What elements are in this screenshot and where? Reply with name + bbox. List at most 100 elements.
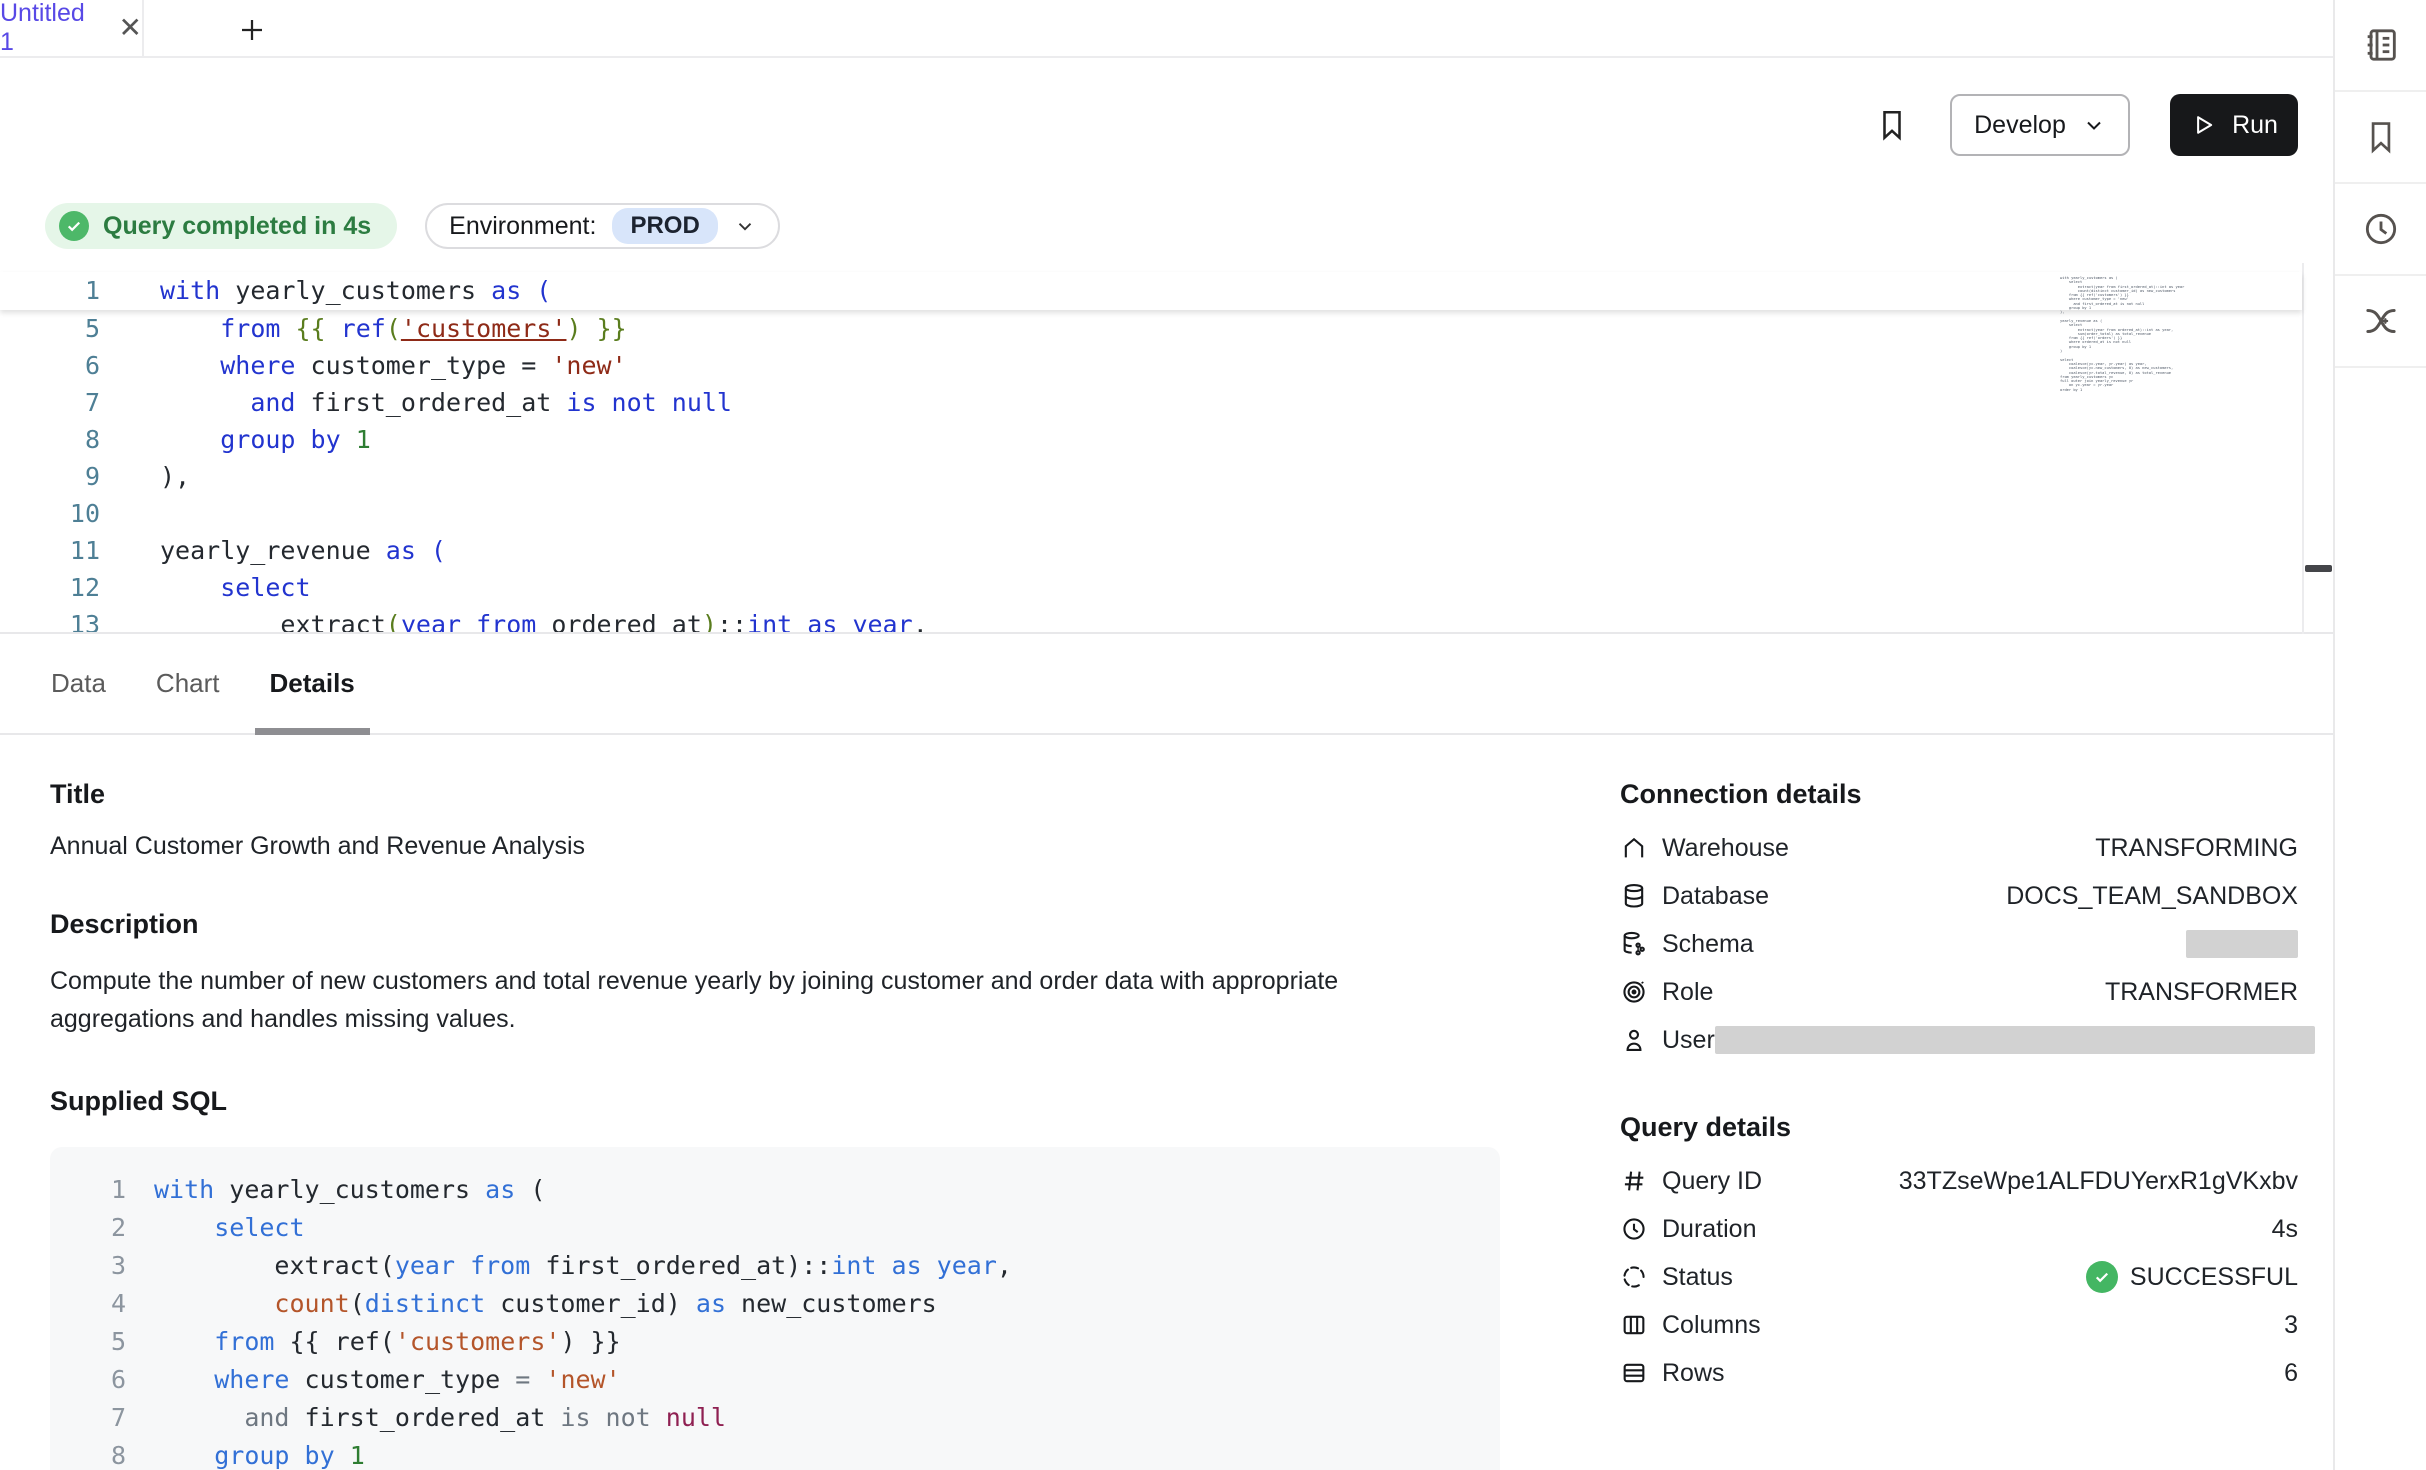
tab-data[interactable]: Data: [36, 634, 121, 733]
code-text: from {{ ref('customers') }}: [160, 310, 627, 347]
plus-icon: [237, 15, 267, 45]
run-button[interactable]: Run: [2170, 94, 2298, 156]
develop-label: Develop: [1974, 111, 2066, 140]
redacted-value: [1715, 1026, 2315, 1054]
history-clock-sidebar-button[interactable]: [2335, 184, 2426, 276]
code-text: with yearly_customers as (: [160, 272, 551, 309]
tab-chart[interactable]: Chart: [141, 634, 235, 733]
line-number: 13: [0, 606, 100, 632]
code-text: where customer_type = 'new': [154, 1361, 621, 1399]
scrollbar-thumb[interactable]: [2305, 565, 2332, 572]
code-text: and first_ordered_at is not null: [154, 1399, 726, 1437]
develop-button[interactable]: Develop: [1950, 94, 2130, 156]
success-check-icon: [2086, 1261, 2118, 1293]
query-status-text: Query completed in 4s: [103, 212, 371, 241]
line-number: 10: [0, 495, 100, 532]
row-value: [2186, 930, 2298, 958]
bookmark-sidebar-button[interactable]: [2335, 92, 2426, 184]
row-label: Schema: [1662, 930, 1754, 959]
code-line: 1with yearly_customers as (: [50, 1171, 1480, 1209]
environment-badge: PROD: [612, 208, 717, 244]
lineage-sidebar-button[interactable]: [2335, 276, 2426, 368]
code-line: 12 select: [0, 569, 2302, 606]
row-value: SUCCESSFUL: [2086, 1261, 2298, 1293]
bookmark-button[interactable]: [1874, 107, 1910, 143]
code-line: 3 extract(year from first_ordered_at)::i…: [50, 1247, 1480, 1285]
user-row: User: [1620, 1016, 2298, 1064]
title-value: Annual Customer Growth and Revenue Analy…: [50, 832, 1500, 861]
row-value: 6: [2284, 1359, 2298, 1388]
line-number: 11: [0, 532, 100, 569]
supplied-sql-block: 1with yearly_customers as (2 select3 ext…: [50, 1147, 1500, 1470]
schema-row: Schema: [1620, 920, 2298, 968]
chevron-down-icon: [2082, 113, 2106, 137]
code-text: from {{ ref('customers') }}: [154, 1323, 621, 1361]
role-icon: [1620, 978, 1648, 1006]
code-line: 2 select: [50, 1209, 1480, 1247]
database-row: DatabaseDOCS_TEAM_SANDBOX: [1620, 872, 2298, 920]
editor-scrollbar[interactable]: [2302, 263, 2331, 634]
row-value: DOCS_TEAM_SANDBOX: [2006, 882, 2298, 911]
notebook-icon: [2361, 25, 2401, 65]
query-status-pill: Query completed in 4s: [45, 203, 397, 249]
row-label: Query ID: [1662, 1167, 1762, 1196]
hash-icon: [1620, 1167, 1648, 1195]
duration-row: Duration 4s: [1620, 1205, 2298, 1253]
code-line: 4 count(distinct customer_id) as new_cus…: [50, 1285, 1480, 1323]
tab-details[interactable]: Details: [255, 634, 370, 733]
line-number: 3: [50, 1247, 126, 1285]
editor-minimap[interactable]: with yearly_customers as ( select extrac…: [2060, 276, 2185, 406]
row-label: Duration: [1662, 1215, 1757, 1244]
status-row: Query completed in 4s Environment: PROD: [45, 203, 780, 249]
code-text: extract(year from ordered_at)::int as ye…: [160, 606, 928, 632]
row-label: Status: [1662, 1263, 1733, 1292]
description-heading: Description: [50, 909, 1500, 940]
file-tab-bar: Untitled 1 ✕: [0, 0, 2333, 58]
code-text: group by 1: [154, 1437, 365, 1470]
code-line: 1 with yearly_customers as (: [0, 272, 2302, 309]
code-text: extract(year from first_ordered_at)::int…: [154, 1247, 1012, 1285]
spinner-icon: [1620, 1263, 1648, 1291]
code-text: select: [154, 1209, 305, 1247]
history-clock-icon: [2361, 209, 2401, 249]
code-text: count(distinct customer_id) as new_custo…: [154, 1285, 937, 1323]
code-line: 9),: [0, 458, 2302, 495]
line-number: 6: [50, 1361, 126, 1399]
environment-label: Environment:: [449, 212, 596, 241]
new-tab-button[interactable]: [234, 12, 270, 48]
check-circle-icon: [59, 211, 89, 241]
close-tab-icon[interactable]: ✕: [119, 14, 142, 42]
row-value: 33TZseWpe1ALFDUYerxR1gVKxbv: [1899, 1167, 2298, 1196]
sql-editor[interactable]: 1with yearly_customers as ( 5 from {{ re…: [0, 272, 2333, 634]
row-label: Columns: [1662, 1311, 1761, 1340]
line-number: 9: [0, 458, 100, 495]
row-value: [1715, 1026, 2315, 1054]
warehouse-icon: [1620, 834, 1648, 862]
schema-icon: [1620, 930, 1648, 958]
description-value: Compute the number of new customers and …: [50, 962, 1422, 1038]
code-text: ),: [160, 458, 190, 495]
row-value: TRANSFORMING: [2095, 834, 2298, 863]
environment-selector[interactable]: Environment: PROD: [425, 203, 780, 249]
row-label: User: [1662, 1026, 1715, 1055]
database-icon: [1620, 882, 1648, 910]
tab-untitled-1[interactable]: Untitled 1 ✕: [0, 0, 144, 56]
clock-icon: [1620, 1215, 1648, 1243]
play-icon: [2190, 112, 2216, 138]
connection-details-heading: Connection details: [1620, 779, 2298, 810]
notebook-sidebar-button[interactable]: [2335, 0, 2426, 92]
query-id-row: Query ID 33TZseWpe1ALFDUYerxR1gVKxbv: [1620, 1157, 2298, 1205]
line-number: 4: [50, 1285, 126, 1323]
line-number: 1: [0, 272, 100, 309]
result-tab-bar: DataChartDetails: [0, 636, 2333, 735]
line-number: 1: [50, 1171, 126, 1209]
code-line: 7 and first_ordered_at is not null: [50, 1399, 1480, 1437]
code-line: 8 group by 1: [50, 1437, 1480, 1470]
details-right-column: Connection details WarehouseTRANSFORMING…: [1620, 737, 2298, 1397]
warehouse-row: WarehouseTRANSFORMING: [1620, 824, 2298, 872]
toolbar: Develop Run: [1874, 90, 2298, 160]
code-line: 8 group by 1: [0, 421, 2302, 458]
row-value: 4s: [2272, 1215, 2298, 1244]
app-root: Untitled 1 ✕ Develop Run: [0, 0, 2426, 1470]
details-panel: Title Annual Customer Growth and Revenue…: [0, 737, 2333, 1470]
